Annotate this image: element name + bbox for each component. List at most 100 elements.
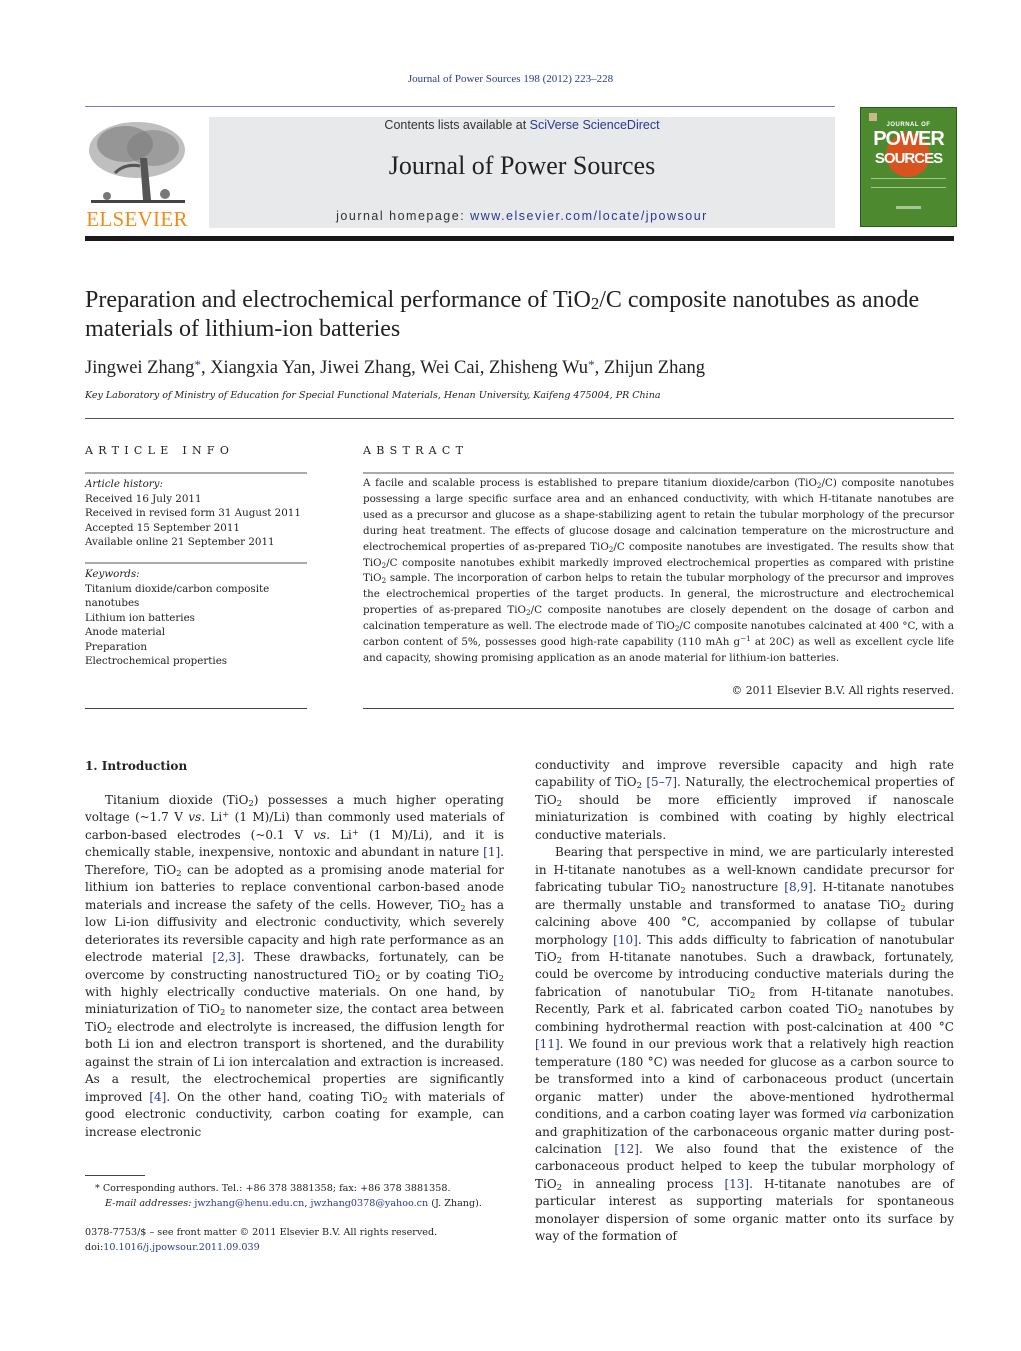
- subscript: 2: [816, 481, 822, 490]
- journal-cover-thumbnail[interactable]: JOURNAL OF POWER SOURCES: [860, 107, 957, 227]
- issn-block: 0378-7753/$ – see front matter © 2011 El…: [85, 1225, 525, 1255]
- subscript: 2: [680, 885, 686, 896]
- author-name: Zhisheng Wu: [488, 358, 589, 378]
- homepage-prefix: journal homepage:: [336, 209, 471, 223]
- corresponding-author-marker[interactable]: *: [588, 357, 595, 372]
- history-item: Available online 21 September 2011: [85, 536, 275, 548]
- subscript: 2: [674, 624, 680, 634]
- subscript: 2: [636, 780, 642, 791]
- homepage-line: journal homepage: www.elsevier.com/locat…: [209, 209, 835, 223]
- article-title: Preparation and electrochemical performa…: [85, 286, 965, 344]
- subscript: 2: [608, 544, 614, 554]
- history-label: Article history:: [85, 478, 163, 490]
- email-link[interactable]: jwzhang@henu.edu.cn: [194, 1198, 304, 1209]
- affiliation: Key Laboratory of Ministry of Education …: [85, 390, 661, 401]
- history-item: Accepted 15 September 2011: [85, 521, 240, 534]
- footnote-emails: E-mail addresses: jwzhang@henu.edu.cn, j…: [85, 1196, 525, 1211]
- running-head[interactable]: Journal of Power Sources 198 (2012) 223–…: [0, 73, 1021, 85]
- contents-line: Contents lists available at SciVerse Sci…: [209, 118, 835, 132]
- abstract-text: A facile and scalable process is establi…: [363, 477, 955, 664]
- citation-link[interactable]: [13]: [724, 1177, 749, 1191]
- keyword-item: Lithium ion batteries: [85, 611, 195, 624]
- subscript: 2: [749, 989, 756, 1000]
- citation-link[interactable]: [10]: [613, 933, 638, 947]
- journal-name: Journal of Power Sources: [388, 151, 656, 180]
- citation-link[interactable]: [12]: [614, 1142, 639, 1156]
- article-info-rule: [85, 472, 307, 474]
- header-rule: [85, 106, 835, 107]
- tree-icon: [89, 122, 185, 203]
- sciencedirect-link[interactable]: SciVerse ScienceDirect: [530, 118, 660, 132]
- cover-publisher: [896, 206, 921, 209]
- citation-link[interactable]: [5–7]: [646, 775, 677, 789]
- citation-link[interactable]: [11]: [535, 1037, 560, 1051]
- keywords-rule: [85, 562, 307, 564]
- italic-text: via: [849, 1107, 867, 1122]
- superscript: +: [351, 826, 359, 837]
- author-name: Zhijun Zhang: [603, 358, 706, 378]
- author-name: Jiwei Zhang: [320, 358, 412, 378]
- affiliation-rule: [85, 418, 954, 419]
- article-history: Article history: Received 16 July 2011 R…: [85, 477, 307, 550]
- article-info-end-rule: [85, 708, 307, 709]
- author-list: Jingwei Zhang*, Xiangxia Yan, Jiwei Zhan…: [85, 357, 706, 378]
- footnote-line: * Corresponding authors. Tel.: +86 378 3…: [85, 1181, 525, 1196]
- masthead-rule: [85, 236, 954, 241]
- superscript: −1: [740, 634, 751, 644]
- subscript: 2: [526, 608, 531, 618]
- cover-title-line2: POWER: [873, 128, 945, 150]
- citation-link[interactable]: [1]: [483, 845, 500, 859]
- history-item: Received in revised form 31 August 2011: [85, 507, 301, 519]
- section-heading-introduction: 1. Introduction: [85, 759, 188, 773]
- doi-link[interactable]: 10.1016/j.jpowsour.2011.09.039: [103, 1242, 260, 1253]
- subscript: 2: [857, 1007, 864, 1018]
- doi-prefix: doi:: [85, 1242, 104, 1253]
- subscript: 2: [219, 1007, 226, 1018]
- body-column-left: Titanium dioxide (TiO2) possesses a much…: [85, 792, 504, 1141]
- history-item: Received 16 July 2011: [85, 492, 202, 505]
- author-name: Xiangxia Yan: [210, 358, 311, 378]
- italic-text: vs.: [188, 810, 206, 825]
- title-subscript: 2: [590, 294, 600, 313]
- keyword-item: Titanium dioxide/carbon composite nanotu…: [85, 582, 270, 610]
- italic-text: vs.: [313, 827, 331, 842]
- intro-paragraph: Titanium dioxide (TiO2) possesses a much…: [85, 793, 505, 1139]
- citation-link[interactable]: [4]: [149, 1090, 166, 1104]
- subscript: 2: [176, 867, 182, 878]
- superscript: +: [222, 809, 230, 820]
- cover-subtitle: [871, 178, 946, 188]
- homepage-link[interactable]: www.elsevier.com/locate/jpowsour: [470, 209, 708, 223]
- corresponding-author-marker[interactable]: *: [194, 357, 201, 372]
- subscript: 2: [382, 1094, 388, 1105]
- keyword-item: Electrochemical properties: [85, 655, 228, 667]
- keyword-item: Preparation: [85, 640, 147, 653]
- subscript: 2: [556, 1181, 563, 1192]
- subscript: 2: [900, 902, 906, 913]
- contents-prefix: Contents lists available at: [384, 118, 530, 132]
- author-name: Jingwei Zhang: [85, 358, 195, 378]
- doi-line: doi:10.1016/j.jpowsour.2011.09.039: [85, 1240, 525, 1255]
- subscript: 2: [381, 576, 387, 586]
- subscript: 2: [556, 954, 563, 965]
- abstract-end-rule: [363, 708, 954, 709]
- footnote-rule: [85, 1175, 145, 1176]
- abstract-heading: ABSTRACT: [363, 444, 469, 457]
- issn-line: 0378-7753/$ – see front matter © 2011 El…: [85, 1227, 438, 1238]
- title-text-1: Preparation and electrochemical performa…: [85, 287, 591, 313]
- email-suffix: (J. Zhang).: [428, 1198, 482, 1209]
- subscript: 2: [556, 797, 563, 808]
- subscript: 2: [381, 560, 387, 570]
- intro-paragraph: conductivity and improve reversible capa…: [535, 758, 954, 842]
- body-column-right: conductivity and improve reversible capa…: [535, 757, 954, 1246]
- citation-link[interactable]: [2,3]: [212, 950, 240, 964]
- email-link[interactable]: jwzhang0378@yahoo.cn: [310, 1198, 428, 1209]
- article-info-heading: ARTICLE INFO: [85, 444, 235, 457]
- citation-link[interactable]: [8,9]: [784, 880, 812, 894]
- keywords: Keywords: Titanium dioxide/carbon compos…: [85, 567, 307, 669]
- keyword-item: Anode material: [85, 626, 166, 638]
- cover-publisher-mark: [869, 113, 877, 121]
- author-name: Wei Cai: [420, 358, 480, 378]
- cover-title-line3: SOURCES: [874, 150, 943, 167]
- subscript: 2: [498, 972, 504, 983]
- abstract-copyright: © 2011 Elsevier B.V. All rights reserved…: [731, 684, 954, 697]
